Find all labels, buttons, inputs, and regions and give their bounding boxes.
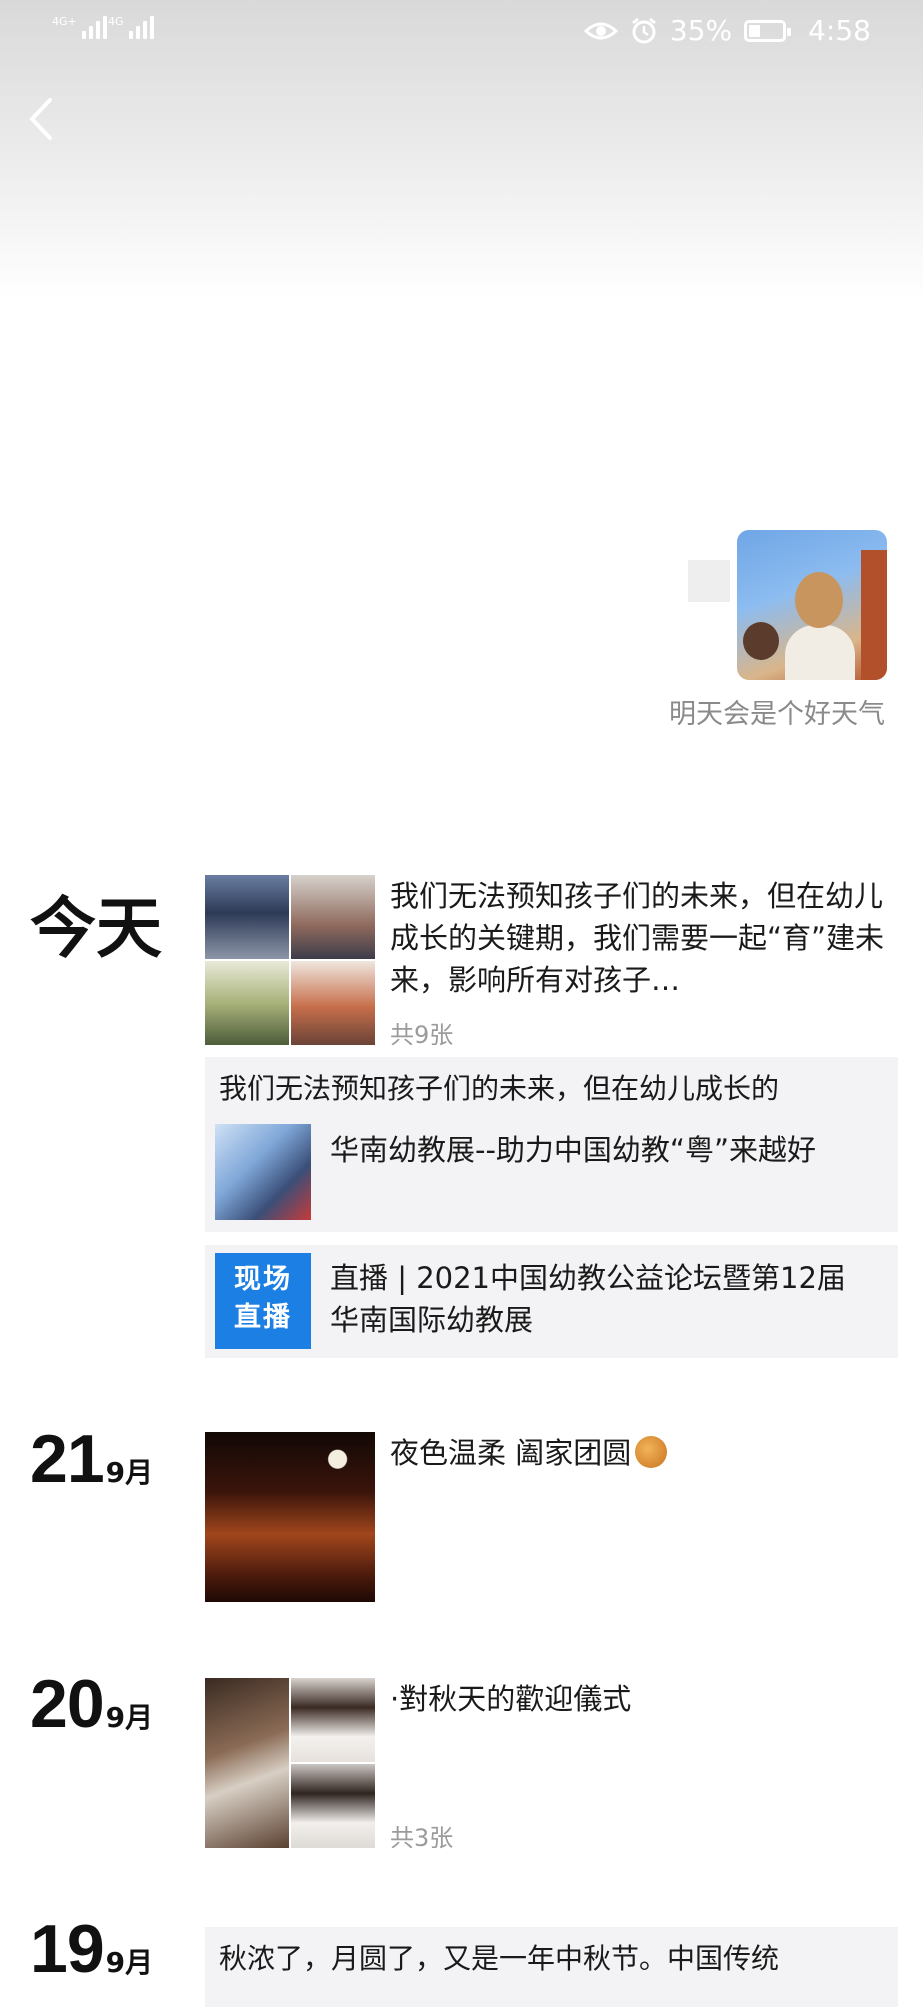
profile-signature: 明天会是个好天气: [669, 699, 885, 730]
clock: 4:58: [808, 14, 871, 47]
date-label: 219月: [30, 1421, 154, 1497]
live-badge: 现场 直播: [215, 1253, 311, 1349]
date-label-today: 今天: [30, 890, 162, 967]
shared-article-thumbnail: [215, 1124, 311, 1220]
post-photo-grid[interactable]: [205, 875, 375, 1045]
shared-text-card[interactable]: 秋浓了，月圆了，又是一年中秋节。中国传统: [205, 1927, 898, 2007]
back-button[interactable]: [26, 96, 66, 146]
eye-icon: [583, 22, 618, 39]
signal-icon: 4G+: [52, 16, 107, 39]
post-text[interactable]: 夜色温柔 阖家团圆: [390, 1432, 668, 1474]
post-text[interactable]: 我们无法预知孩子们的未来，但在幼儿成长的关键期，我们需要一起“育”建未来，影响所…: [390, 875, 895, 1001]
battery-percent: 35%: [669, 14, 733, 47]
status-bar: 4G+ 4G 35% 4:58: [0, 0, 923, 62]
post-image[interactable]: [205, 1432, 375, 1602]
shared-live-text: 直播 | 2021中国幼教公益论坛暨第12届华南国际幼教展: [330, 1261, 846, 1337]
date-label: 199月: [30, 1911, 154, 1987]
shared-article-text: 华南幼教展--助力中国幼教“粤”来越好: [330, 1133, 816, 1167]
photo-count: 共3张: [390, 1824, 454, 1852]
shared-live-card[interactable]: 现场 直播 直播 | 2021中国幼教公益论坛暨第12届华南国际幼教展: [205, 1245, 898, 1358]
battery-icon: [744, 19, 792, 42]
avatar[interactable]: [737, 530, 887, 680]
post-text[interactable]: ·對秋天的歡迎儀式: [390, 1678, 631, 1720]
battery-fill: [749, 24, 761, 37]
signal-icon: 4G: [108, 16, 154, 39]
photo-count: 共9张: [390, 1021, 454, 1049]
post-text: 秋浓了，月圆了，又是一年中秋节。中国传统: [219, 1942, 780, 1975]
alarm-icon: [631, 17, 656, 43]
nickname-placeholder: [688, 560, 730, 602]
mooncake-emoji-icon: [635, 1436, 668, 1468]
shared-article-card[interactable]: 我们无法预知孩子们的未来，但在幼儿成长的 华南幼教展--助力中国幼教“粤”来越好: [205, 1057, 898, 1232]
shared-article-title: 我们无法预知孩子们的未来，但在幼儿成长的: [219, 1072, 780, 1105]
date-label: 209月: [30, 1666, 154, 1742]
chevron-left-icon: [29, 98, 52, 140]
post-photo-grid[interactable]: [205, 1678, 375, 1848]
